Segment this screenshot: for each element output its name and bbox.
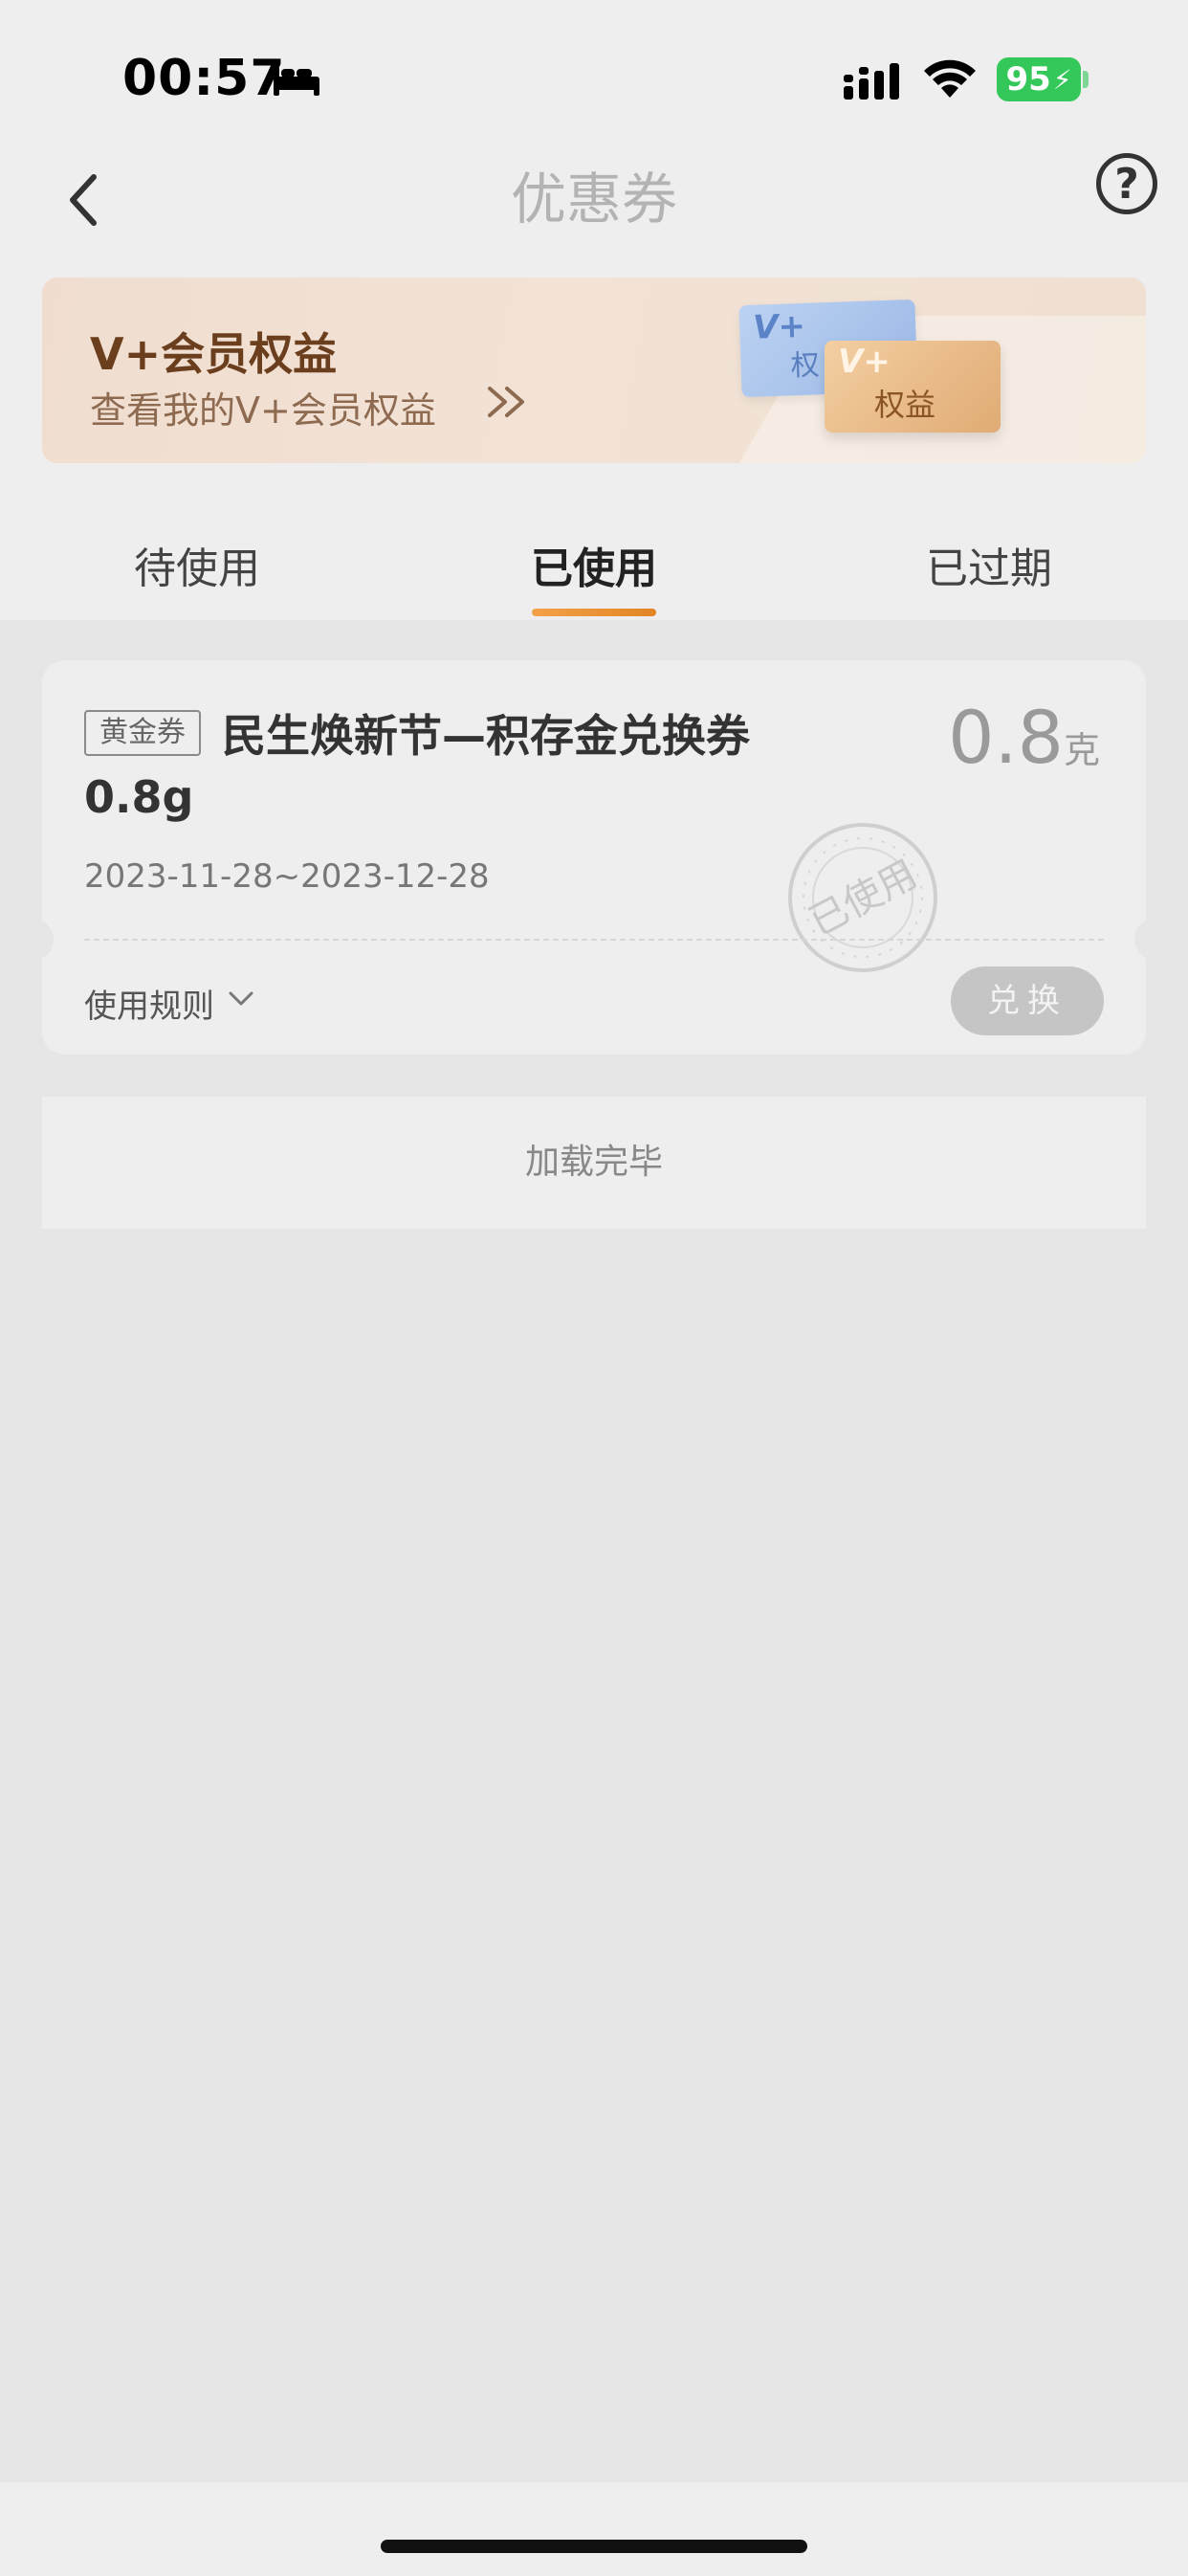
stamp-text: 已使用: [803, 852, 925, 944]
home-indicator[interactable]: [381, 2540, 807, 2553]
card-blue-text: 权: [790, 348, 821, 384]
card-gold-v: V+: [838, 343, 891, 381]
battery-icon: 95 ⚡: [997, 57, 1081, 101]
coupon-amount-unit: 克: [1063, 729, 1100, 771]
tab-expired[interactable]: 已过期: [874, 534, 1104, 595]
tab-used[interactable]: 已使用: [479, 534, 709, 595]
coupon-title: 民生焕新节—积存金兑换券: [222, 710, 750, 762]
bed-icon: [274, 67, 319, 96]
coupon-divider: [84, 939, 1104, 941]
battery-level: 95: [1005, 60, 1051, 99]
bolt-icon: ⚡: [1052, 63, 1072, 96]
battery-tip: [1083, 71, 1089, 88]
coupon-title-weight: 0.8g: [84, 771, 194, 823]
page-title: 优惠券: [510, 167, 677, 232]
usage-rules-toggle[interactable]: 使用规则: [84, 980, 214, 1027]
vip-benefits-banner[interactable]: V+会员权益 查看我的V+会员权益 V+ 权 V+ 权益: [42, 278, 1146, 463]
coupon-page: 00:57 95 ⚡ 优惠券 ? V+会员权益 查看我的V+会员权益 V+ 权 …: [0, 0, 1188, 2576]
load-complete-text: 加载完毕: [42, 1097, 1146, 1229]
signal-icon: [844, 63, 899, 100]
used-stamp-icon: 已使用: [788, 823, 937, 972]
banner-title: V+会员权益: [90, 328, 338, 380]
chevron-down-icon: [229, 991, 253, 1006]
coupon-date-range: 2023-11-28~2023-12-28: [84, 857, 490, 896]
status-bar: 00:57 95 ⚡: [0, 0, 1188, 144]
nav-bar: 优惠券 ?: [0, 144, 1188, 268]
active-tab-indicator: [532, 609, 656, 616]
redeem-button[interactable]: 兑换: [951, 966, 1104, 1035]
banner-subtitle: 查看我的V+会员权益: [90, 389, 436, 432]
coupon-type-badge: 黄金券: [84, 710, 201, 756]
coupon-amount: 0.8克: [948, 695, 1100, 780]
double-chevron-right-icon: [488, 387, 524, 417]
coupon-tabs: 待使用 已使用 已过期: [0, 517, 1188, 620]
status-time: 00:57: [122, 50, 286, 107]
vip-card-gold-icon: V+ 权益: [825, 341, 1001, 433]
tab-pending[interactable]: 待使用: [82, 534, 312, 595]
help-icon: ?: [1114, 159, 1139, 209]
home-indicator-area: [0, 2482, 1188, 2576]
wifi-icon: [924, 59, 976, 98]
coupon-amount-value: 0.8: [948, 695, 1064, 780]
card-gold-text: 权益: [874, 387, 936, 423]
help-button[interactable]: ?: [1096, 153, 1157, 214]
